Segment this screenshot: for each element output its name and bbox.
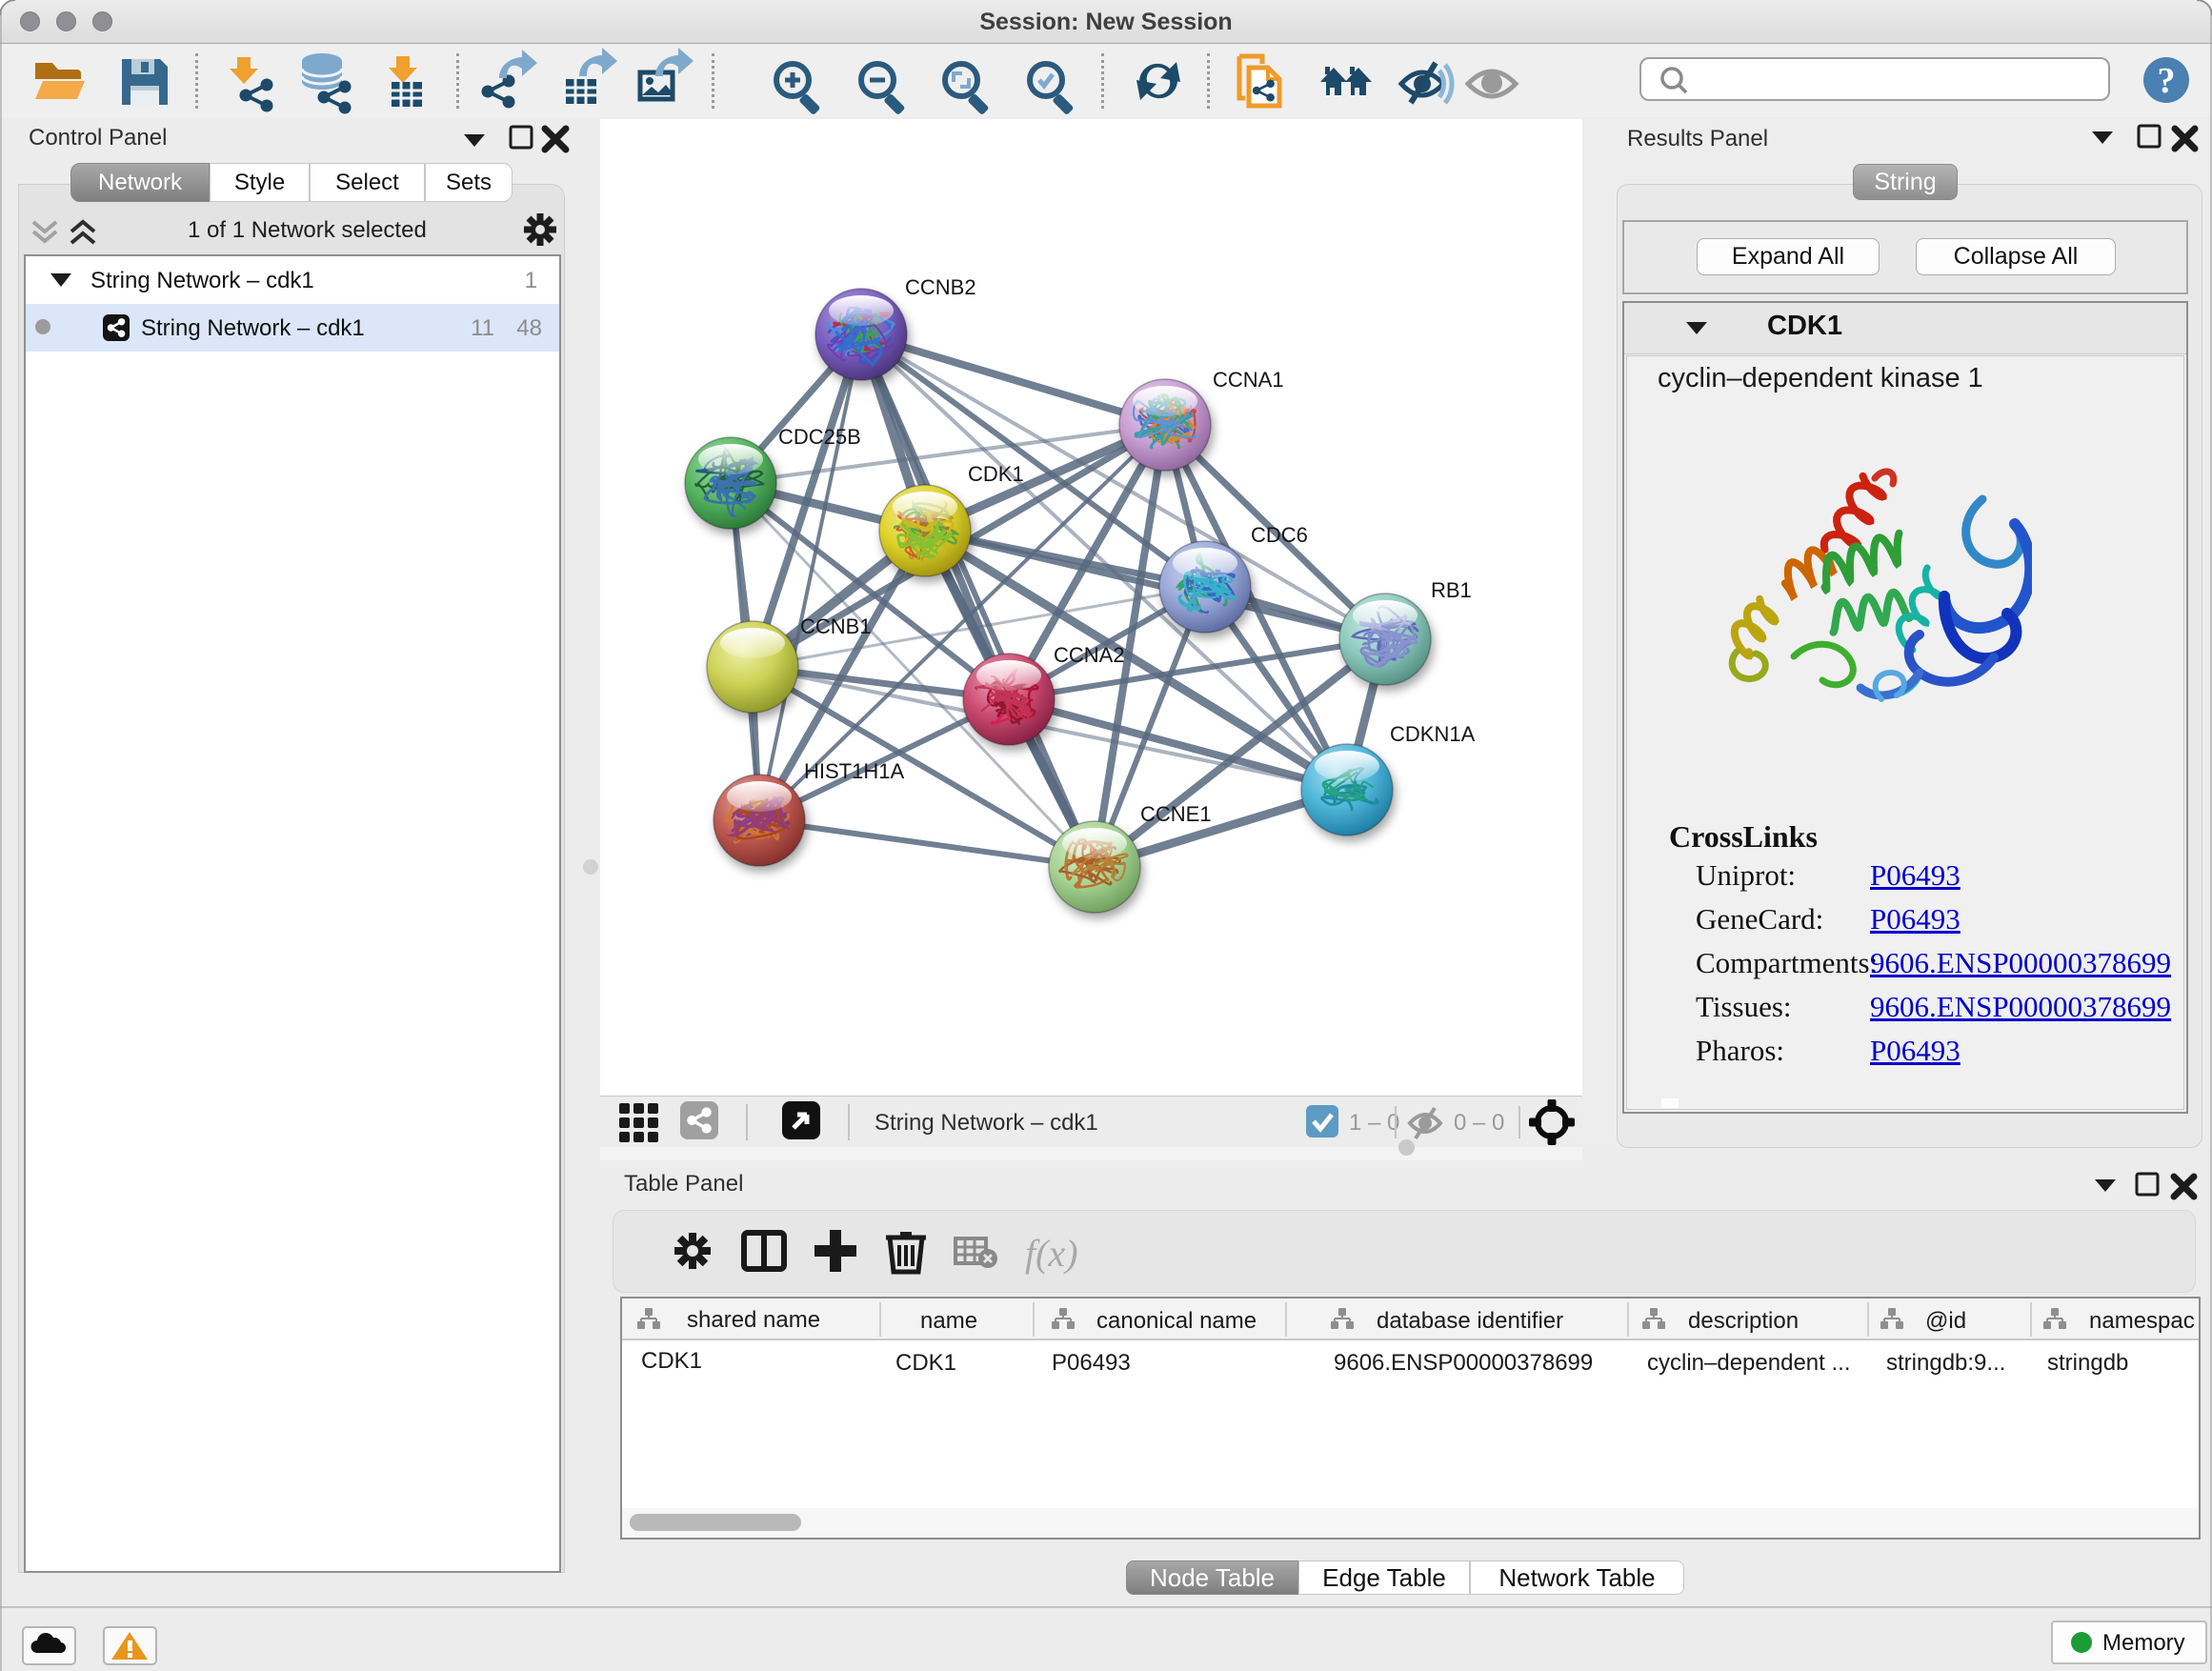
svg-text:String Network – cdk1: String Network – cdk1 [141, 315, 365, 341]
svg-text:RB1: RB1 [1431, 578, 1472, 602]
svg-text:database identifier: database identifier [1377, 1308, 1563, 1334]
svg-text:namespac: namespac [2089, 1308, 2195, 1334]
svg-text:CDK1: CDK1 [895, 1350, 956, 1376]
svg-text:CDK1: CDK1 [968, 462, 1024, 486]
svg-text:CCNB1: CCNB1 [800, 614, 872, 638]
svg-text:name: name [920, 1308, 977, 1334]
svg-text:0 – 0: 0 – 0 [1454, 1110, 1504, 1136]
svg-text:1 – 0: 1 – 0 [1349, 1110, 1399, 1136]
svg-text:HIST1H1A: HIST1H1A [804, 759, 904, 783]
svg-text:1: 1 [525, 268, 537, 293]
svg-text:CCNA1: CCNA1 [1213, 368, 1284, 392]
svg-text:11: 11 [471, 315, 494, 341]
svg-text:CCNE1: CCNE1 [1140, 802, 1212, 826]
svg-text:CDC6: CDC6 [1251, 523, 1308, 547]
svg-text:CDKN1A: CDKN1A [1390, 722, 1476, 746]
svg-text:@id: @id [1925, 1308, 1966, 1334]
svg-text:CCNA2: CCNA2 [1054, 643, 1125, 667]
svg-text:f(x): f(x) [1025, 1232, 1078, 1275]
svg-text:shared name: shared name [687, 1307, 820, 1333]
svg-text:CDC25B: CDC25B [778, 425, 861, 449]
svg-text:String Network – cdk1: String Network – cdk1 [90, 268, 314, 293]
svg-text:canonical name: canonical name [1096, 1308, 1257, 1334]
svg-text:CDK1: CDK1 [641, 1348, 702, 1374]
svg-text:stringdb: stringdb [2047, 1350, 2128, 1376]
svg-text:9606.ENSP00000378699: 9606.ENSP00000378699 [1334, 1350, 1593, 1376]
svg-text:48: 48 [516, 315, 542, 341]
svg-text:?: ? [2158, 61, 2176, 101]
svg-text:P06493: P06493 [1052, 1350, 1131, 1376]
svg-text:cyclin–dependent ...: cyclin–dependent ... [1647, 1350, 1850, 1376]
svg-text:stringdb:9...: stringdb:9... [1886, 1350, 2005, 1376]
svg-text:CCNB2: CCNB2 [905, 275, 976, 299]
svg-text:description: description [1688, 1308, 1799, 1334]
svg-text:String Network – cdk1: String Network – cdk1 [875, 1110, 1098, 1136]
svg-text:1 of 1 Network selected: 1 of 1 Network selected [188, 217, 427, 243]
